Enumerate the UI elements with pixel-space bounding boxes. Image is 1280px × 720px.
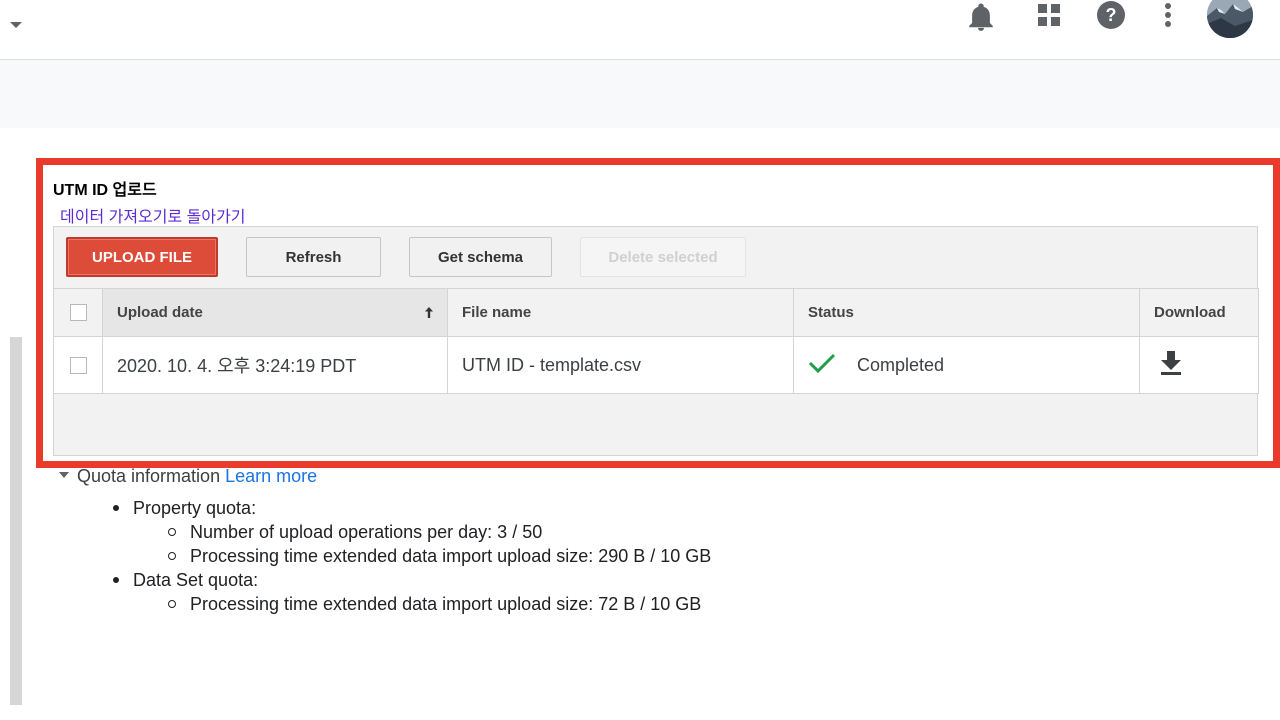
delete-selected-button[interactable]: Delete selected — [580, 237, 746, 277]
quota-label: Quota information — [77, 466, 221, 486]
get-schema-button[interactable]: Get schema — [409, 237, 552, 277]
property-quota-item: Processing time extended data import upl… — [190, 546, 712, 566]
sub-bullet-icon — [168, 528, 176, 536]
help-icon[interactable]: ? — [1094, 0, 1128, 30]
column-header-download: Download — [1139, 288, 1259, 337]
dataset-quota-item: Processing time extended data import upl… — [190, 594, 702, 614]
column-header-status[interactable]: Status — [793, 288, 1140, 337]
top-bar: ? — [0, 0, 1280, 60]
svg-text:?: ? — [1106, 5, 1117, 25]
check-icon — [808, 352, 836, 379]
table-row: 2020. 10. 4. 오후 3:24:19 PDT UTM ID - tem… — [53, 336, 1259, 394]
dataset-quota-heading: Data Set quota: — [133, 570, 259, 590]
sub-bullet-icon — [168, 600, 176, 608]
select-all-cell — [53, 288, 103, 337]
status-text: Completed — [857, 354, 945, 375]
expand-triangle-icon[interactable] — [59, 472, 69, 479]
notifications-icon[interactable] — [964, 0, 998, 34]
apps-icon[interactable] — [1034, 0, 1064, 30]
back-to-data-import-link[interactable]: 데이터 가져오기로 돌아가기 — [60, 203, 246, 227]
select-all-checkbox[interactable] — [69, 304, 87, 322]
secondary-bar — [0, 60, 1280, 128]
account-dropdown-icon[interactable] — [10, 22, 22, 28]
file-name-cell: UTM ID - template.csv — [447, 336, 794, 394]
more-vert-icon[interactable] — [1158, 0, 1178, 30]
refresh-button[interactable]: Refresh — [246, 237, 381, 277]
table-header-row: Upload date File name Status Download — [53, 288, 1259, 337]
bullet-icon — [113, 577, 119, 583]
left-scroll-track[interactable] — [10, 337, 22, 705]
column-header-upload-date[interactable]: Upload date — [102, 288, 448, 337]
row-checkbox[interactable] — [69, 357, 87, 375]
column-header-file-name[interactable]: File name — [447, 288, 794, 337]
learn-more-link[interactable]: Learn more — [225, 466, 317, 486]
sub-bullet-icon — [168, 552, 176, 560]
page-title: UTM ID 업로드 — [53, 182, 157, 199]
property-quota-heading: Property quota: — [133, 498, 257, 518]
avatar[interactable] — [1207, 0, 1253, 38]
status-cell: Completed — [793, 336, 1140, 394]
upload-date-cell: 2020. 10. 4. 오후 3:24:19 PDT — [102, 336, 448, 394]
bullet-icon — [113, 505, 119, 511]
download-cell — [1139, 336, 1259, 394]
row-select-cell — [53, 336, 103, 394]
uploads-table: Upload date File name Status Download 20… — [53, 288, 1259, 394]
quota-information-toggle[interactable]: Quota information Learn more — [59, 466, 317, 487]
column-header-label: Upload date — [117, 304, 203, 321]
upload-file-button[interactable]: UPLOAD FILE — [66, 237, 218, 277]
property-quota-item: Number of upload operations per day: 3 /… — [190, 522, 543, 542]
download-icon[interactable] — [1160, 350, 1182, 381]
sort-ascending-icon[interactable] — [425, 304, 433, 319]
